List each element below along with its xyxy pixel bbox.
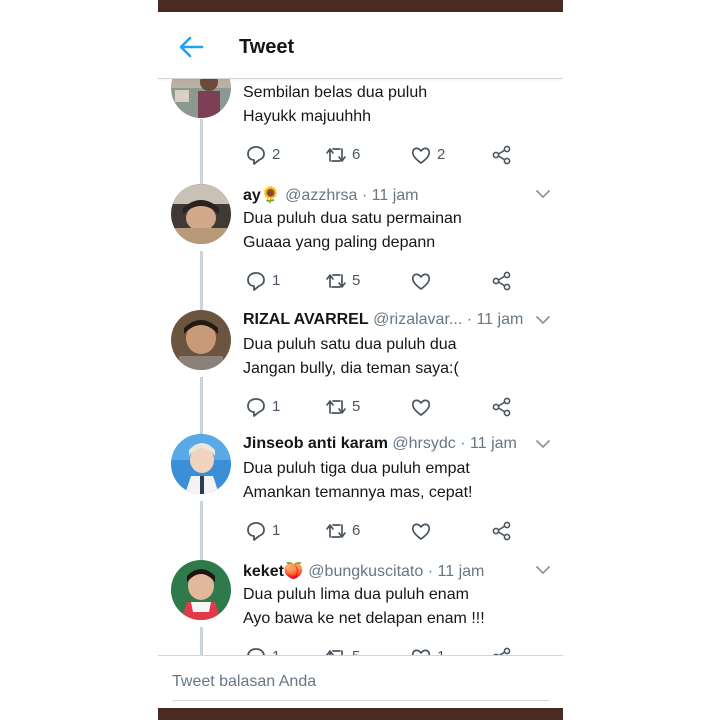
reply-count: 2 bbox=[272, 146, 281, 163]
reply-count: 1 bbox=[272, 398, 281, 415]
share-icon bbox=[492, 145, 511, 165]
reply-icon bbox=[247, 522, 265, 541]
tweet-meta: keket🍑 @bungkuscitato · 11 jam bbox=[243, 561, 543, 581]
heart-icon bbox=[411, 273, 431, 290]
reply-icon bbox=[247, 398, 265, 417]
reply-count: 1 bbox=[272, 648, 280, 655]
retweet-icon bbox=[326, 524, 346, 538]
tweet-text: Dua puluh satu dua puluh dua bbox=[243, 336, 457, 353]
avatar[interactable] bbox=[171, 560, 231, 620]
avatar[interactable] bbox=[171, 434, 231, 494]
display-name[interactable]: RIZAL AVARREL bbox=[243, 311, 369, 328]
display-name[interactable]: keket🍑 bbox=[243, 563, 304, 580]
tweet[interactable]: Sembilan belas dua puluh Hayukk majuuhhh… bbox=[158, 79, 563, 179]
avatar[interactable] bbox=[171, 310, 231, 370]
timestamp: · 11 jam bbox=[460, 435, 517, 452]
tweet-meta: RIZAL AVARREL @rizalavar... · 11 jam bbox=[243, 311, 543, 329]
retweet-icon bbox=[326, 400, 346, 414]
heart-icon bbox=[411, 649, 431, 655]
tweet-text: Dua puluh dua satu permainan bbox=[243, 210, 462, 227]
like-count: 1 bbox=[437, 648, 445, 655]
page-title: Tweet bbox=[239, 36, 295, 58]
tweet-text: Sembilan belas dua puluh bbox=[243, 84, 428, 101]
input-underline bbox=[172, 700, 549, 701]
timestamp: · 11 jam bbox=[427, 563, 485, 580]
reply-icon bbox=[247, 146, 265, 165]
heart-icon bbox=[411, 399, 431, 416]
retweet-count: 6 bbox=[352, 522, 361, 539]
tweet-text: Guaaa yang paling depann bbox=[243, 234, 436, 251]
tweet-text: Amankan temannya mas, cepat! bbox=[243, 484, 473, 501]
share-icon bbox=[492, 271, 511, 291]
reply-composer: Tweet balasan Anda bbox=[158, 655, 563, 708]
chevron-down-icon[interactable] bbox=[536, 439, 550, 449]
tweet-text: Dua puluh tiga dua puluh empat bbox=[243, 460, 470, 477]
top-frame-bar bbox=[158, 0, 563, 12]
heart-icon bbox=[411, 147, 431, 164]
tweet-actions: 1 5 bbox=[243, 396, 523, 418]
bottom-frame-bar bbox=[158, 708, 563, 720]
retweet-count: 5 bbox=[352, 398, 361, 415]
like-count: 2 bbox=[437, 146, 446, 163]
share-icon bbox=[493, 647, 511, 655]
tweet-text: Hayukk majuuhhh bbox=[243, 108, 372, 125]
heart-icon bbox=[411, 523, 431, 540]
retweet-count: 6 bbox=[352, 146, 361, 163]
reply-icon bbox=[247, 272, 265, 291]
tweet-text: Dua puluh lima dua puluh enam bbox=[243, 586, 469, 603]
tweet-actions: 1 6 bbox=[243, 520, 523, 542]
timestamp: · 11 jam bbox=[361, 187, 419, 204]
back-arrow-icon[interactable] bbox=[178, 34, 204, 60]
tweet-actions: 2 6 2 bbox=[243, 144, 523, 166]
user-handle[interactable]: @bungkuscitato bbox=[308, 563, 423, 580]
share-icon bbox=[492, 397, 511, 417]
retweet-count: 5 bbox=[352, 648, 360, 655]
user-handle[interactable]: @azzhrsa bbox=[285, 187, 357, 204]
tweet-actions: 1 5 bbox=[243, 270, 523, 292]
tweet[interactable]: ay🌻 @azzhrsa · 11 jam Dua puluh dua satu… bbox=[158, 179, 563, 305]
timestamp: · 11 jam bbox=[466, 311, 524, 328]
reply-count: 1 bbox=[272, 522, 281, 539]
retweet-icon bbox=[326, 650, 343, 655]
chevron-down-icon[interactable] bbox=[536, 315, 550, 325]
app-header: Tweet bbox=[158, 12, 563, 79]
display-name[interactable]: ay🌻 bbox=[243, 187, 281, 204]
retweet-icon bbox=[326, 274, 346, 288]
tweet[interactable]: RIZAL AVARREL @rizalavar... · 11 jam Dua… bbox=[158, 305, 563, 431]
reply-input[interactable]: Tweet balasan Anda bbox=[172, 673, 316, 691]
retweet-count: 5 bbox=[352, 272, 361, 289]
reply-icon bbox=[247, 648, 265, 655]
share-icon bbox=[492, 521, 511, 541]
user-handle[interactable]: @rizalavar... bbox=[373, 311, 462, 328]
avatar[interactable] bbox=[171, 184, 231, 244]
tweet-actions: 1 5 1 bbox=[243, 646, 523, 655]
tweet-meta: ay🌻 @azzhrsa · 11 jam bbox=[243, 185, 543, 205]
display-name[interactable]: Jinseob anti karam bbox=[243, 435, 388, 452]
avatar[interactable] bbox=[171, 79, 231, 118]
reply-count: 1 bbox=[272, 272, 281, 289]
retweet-icon bbox=[326, 148, 346, 162]
tweet-text: Ayo bawa ke net delapan enam !!! bbox=[243, 610, 485, 627]
chevron-down-icon[interactable] bbox=[536, 565, 550, 575]
tweet-meta: Jinseob anti karam @hrsydc · 11 jam bbox=[243, 435, 543, 453]
user-handle[interactable]: @hrsydc bbox=[392, 435, 455, 452]
reply-thread[interactable]: Sembilan belas dua puluh Hayukk majuuhhh… bbox=[158, 79, 563, 655]
phone-screen: Tweet Sembilan belas dua puluh Hayukk ma… bbox=[158, 12, 563, 708]
tweet[interactable]: Jinseob anti karam @hrsydc · 11 jam Dua … bbox=[158, 429, 563, 555]
chevron-down-icon[interactable] bbox=[536, 189, 550, 199]
tweet-text: Jangan bully, dia teman saya:( bbox=[243, 360, 459, 377]
tweet[interactable]: keket🍑 @bungkuscitato · 11 jam Dua puluh… bbox=[158, 555, 563, 655]
